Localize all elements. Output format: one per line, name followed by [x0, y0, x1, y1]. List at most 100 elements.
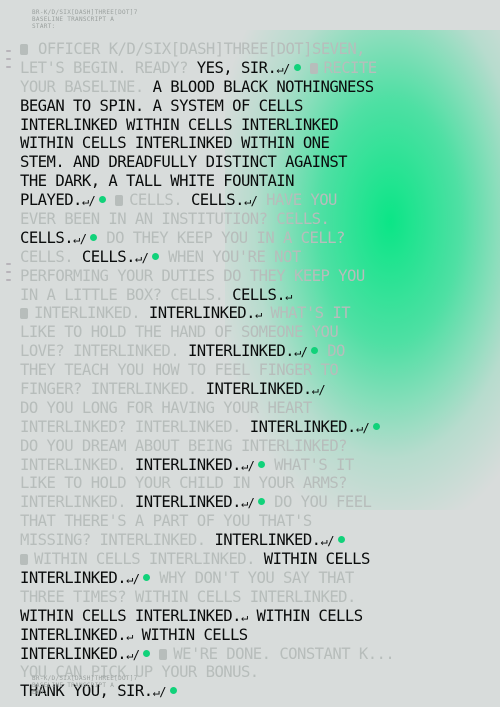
faded-text: CELLS.: [20, 247, 82, 266]
spoken-text: INTERLINKED.: [20, 644, 127, 663]
faded-text: WHEN YOU'RE NOT: [159, 247, 301, 266]
faded-text: WITHIN CELLS INTERLINKED.: [34, 550, 264, 569]
faded-text: [106, 191, 115, 209]
spoken-text: WITHIN CELLS: [247, 606, 363, 625]
spoken-text: INTERLINKED.: [214, 531, 321, 550]
transcript-line: EVER BEEN IN AN INSTITUTION? CELLS.: [20, 210, 490, 229]
transcript-line: STEM. AND DREADFULLY DISTINCT AGAINST: [20, 153, 490, 172]
return-marker-icon: ↵/: [152, 685, 167, 700]
faded-text: OFFICER K/D/SIX[DASH]THREE[DOT]SEVEN,: [38, 40, 366, 58]
return-marker-icon: ↵/: [134, 250, 149, 265]
transcript-line: THEY TEACH YOU HOW TO FEEL FINGER TO: [20, 361, 490, 380]
transcript-line: INTERLINKED. INTERLINKED.↵ WHAT'S IT: [20, 304, 490, 323]
square-marker-icon: [159, 648, 168, 660]
square-marker-icon: [20, 308, 28, 320]
faded-text: MISSING? INTERLINKED.: [20, 531, 215, 550]
faded-text: INTERLINKED.: [34, 304, 149, 323]
transcript-line: INTERLINKED WITHIN CELLS INTERLINKED: [20, 116, 490, 135]
faded-text: WE'RE DONE. CONSTANT K...: [173, 644, 395, 663]
faded-text: EVER BEEN IN AN INSTITUTION? CELLS.: [20, 210, 330, 229]
return-marker-icon: ↵/: [294, 345, 308, 360]
transcript-line: THE DARK, A TALL WHITE FOUNTAIN: [20, 172, 490, 191]
spoken-text: THE DARK, A TALL WHITE FOUNTAIN: [20, 172, 295, 191]
return-marker-icon: ↵: [240, 609, 248, 624]
green-dot-icon: [337, 536, 345, 544]
transcript-line: THREE TIMES? WITHIN CELLS INTERLINKED.: [20, 588, 490, 607]
header-bottom: BR-K/D/SIX[DASH]THREE[DOT]7 BASELINE TRA…: [32, 675, 138, 696]
return-marker-icon: ↵/: [276, 61, 290, 76]
faded-text: PERFORMING YOUR DUTIES DO THEY KEEP YOU: [20, 266, 365, 285]
return-marker-icon: ↵/: [126, 647, 140, 662]
return-marker-icon: ↵/: [73, 231, 87, 246]
transcript-line: PERFORMING YOUR DUTIES DO THEY KEEP YOU: [20, 267, 490, 286]
transcript-line: INTERLINKED. INTERLINKED.↵/ WHAT'S IT: [20, 456, 490, 475]
margin-mark: [6, 271, 11, 273]
margin-mark: [6, 58, 11, 60]
header-top-line: START:: [32, 23, 56, 30]
spoken-text: STEM. AND DREADFULLY DISTINCT AGAINST: [20, 153, 348, 172]
faded-text: LOVE? INTERLINKED.: [20, 342, 188, 361]
spoken-text: INTERLINKED.: [187, 342, 295, 361]
transcript-line: OFFICER K/D/SIX[DASH]THREE[DOT]SEVEN,: [20, 40, 490, 59]
transcript-line: LOVE? INTERLINKED. INTERLINKED.↵/ DO: [20, 342, 490, 361]
faded-text: FINGER? INTERLINKED.: [20, 380, 206, 399]
header-bottom-line: END:: [32, 689, 48, 696]
transcript-line: IN A LITTLE BOX? CELLS. CELLS.↵: [20, 286, 490, 305]
faded-text: WHAT'S IT: [265, 455, 354, 474]
faded-text: DO YOU DREAM ABOUT BEING INTERLINKED?: [20, 436, 348, 455]
faded-text: WHY DON'T YOU SAY THAT: [150, 568, 354, 587]
return-marker-icon: ↵: [285, 288, 292, 303]
faded-text: WHAT'S IT: [261, 304, 351, 323]
green-dot-icon: [293, 63, 301, 71]
spoken-text: INTERLINKED.: [134, 493, 242, 512]
square-marker-icon: [20, 44, 28, 55]
return-marker-icon: ↵/: [126, 571, 140, 586]
green-dot-icon: [373, 422, 381, 430]
faded-text: CELLS.: [129, 191, 191, 210]
transcript-line: YOUR BASELINE. A BLOOD BLACK NOTHINGNESS: [20, 78, 490, 97]
spoken-text: WITHIN CELLS: [132, 625, 249, 644]
spoken-text: INTERLINKED.: [20, 625, 127, 644]
spoken-text: YES, SIR.: [196, 58, 277, 77]
header-bottom-line: BR-K/D/SIX[DASH]THREE[DOT]7: [32, 675, 138, 682]
return-marker-icon: ↵/: [240, 458, 255, 473]
square-marker-icon: [309, 62, 318, 74]
transcript-line: FINGER? INTERLINKED. INTERLINKED.↵/: [20, 380, 490, 399]
header-top-line: BASELINE TRANSCRIPT A: [32, 16, 115, 23]
faded-text: YOUR BASELINE.: [20, 77, 153, 96]
spoken-text: CELLS.: [20, 228, 74, 247]
transcript-line: LET'S BEGIN. READY? YES, SIR.↵/ RECITE: [20, 59, 490, 78]
return-marker-icon: ↵: [126, 628, 133, 643]
spoken-text: INTERLINKED.: [205, 380, 313, 399]
transcript-line: LIKE TO HOLD THE HAND OF SOMEONE YOU: [20, 323, 490, 342]
faded-text: THEY TEACH YOU HOW TO FEEL FINGER TO: [20, 361, 339, 380]
header-top-line: BR-K/D/SIX[DASH]THREE[DOT]7: [32, 9, 138, 16]
spoken-text: INTERLINKED.: [20, 568, 127, 587]
transcript-line: INTERLINKED.↵/ WHY DON'T YOU SAY THAT: [20, 569, 490, 588]
margin-mark: [6, 279, 11, 281]
spoken-text: INTERLINKED.: [148, 304, 256, 323]
return-marker-icon: ↵/: [243, 194, 258, 209]
spoken-text: CELLS.: [81, 247, 136, 266]
spoken-text: PLAYED.: [20, 191, 82, 210]
faded-text: DO YOU LONG FOR HAVING YOUR HEART: [20, 398, 312, 417]
transcript-line: WITHIN CELLS INTERLINKED WITHIN ONE: [20, 134, 490, 153]
return-marker-icon: ↵/: [311, 383, 326, 398]
faded-text: RECITE: [323, 58, 378, 77]
margin-mark: [6, 263, 11, 265]
return-marker-icon: ↵/: [240, 496, 255, 511]
header-top: BR-K/D/SIX[DASH]THREE[DOT]7 BASELINE TRA…: [32, 9, 138, 30]
transcript-line: WITHIN CELLS INTERLINKED.↵ WITHIN CELLS: [20, 607, 490, 626]
return-marker-icon: ↵/: [355, 420, 370, 435]
faded-text: THREE TIMES? WITHIN CELLS INTERLINKED.: [20, 587, 356, 606]
transcript-line: THAT THERE'S A PART OF YOU THAT'S: [20, 512, 490, 531]
faded-text: DO: [318, 342, 345, 361]
spoken-text: WITHIN CELLS INTERLINKED.: [20, 606, 242, 625]
return-marker-icon: ↵/: [320, 534, 335, 549]
faded-text: DO THEY KEEP YOU IN A CELL?: [97, 228, 345, 247]
spoken-text: A BLOOD BLACK NOTHINGNESS: [152, 77, 375, 96]
transcript-line: INTERLINKED.↵/ WE'RE DONE. CONSTANT K...: [20, 645, 490, 664]
return-marker-icon: ↵: [254, 307, 262, 322]
green-dot-icon: [169, 687, 177, 695]
transcript-line: PLAYED.↵/ CELLS. CELLS.↵/ HAVE YOU: [20, 191, 490, 210]
